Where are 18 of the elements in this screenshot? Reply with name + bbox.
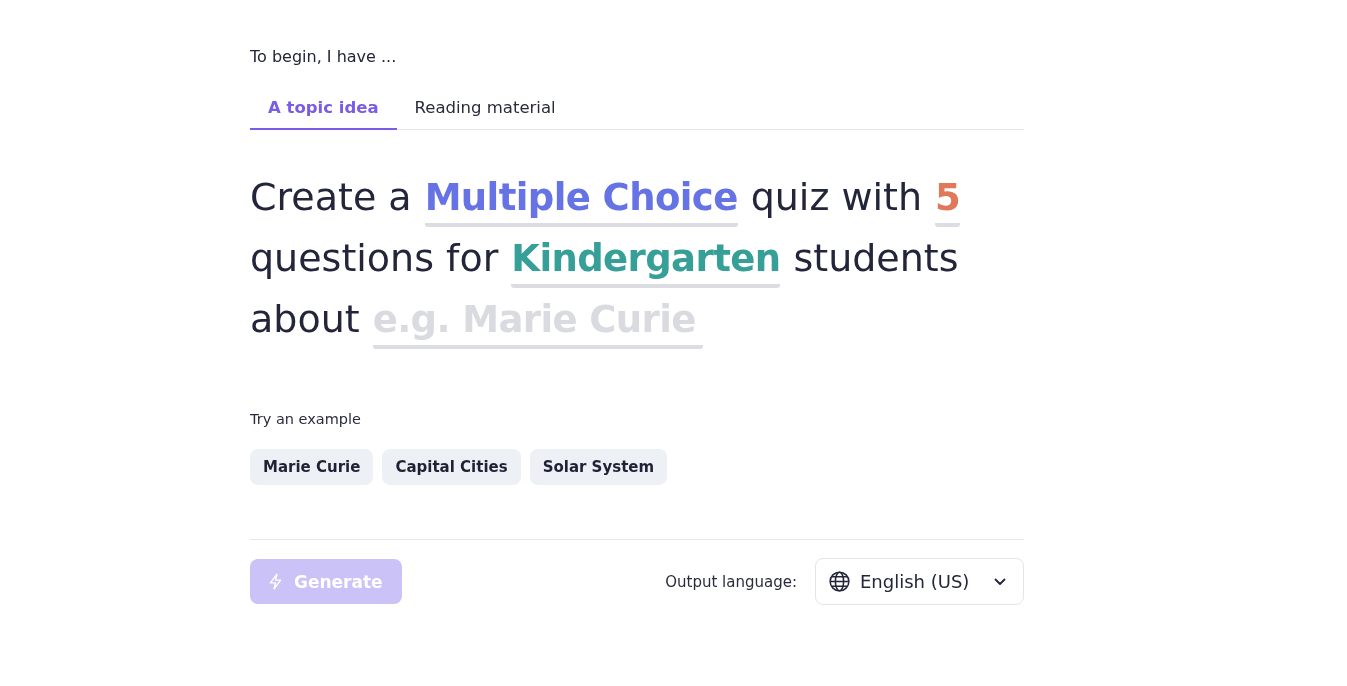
tab[interactable]: Reading material [396,86,574,130]
prompt-text: students [793,235,959,281]
lightning-icon [269,573,282,590]
prompt-text: Create a [250,174,412,220]
prompt-text: questions for [250,235,499,281]
example-chip[interactable]: Capital Cities [382,449,521,485]
globe-icon [829,571,850,592]
output-language-label: Output language: [665,572,797,591]
chevron-down-icon [994,577,1006,586]
example-chip[interactable]: Solar System [529,449,668,485]
option-dropdown[interactable]: Multiple Choice [424,175,738,227]
language-select[interactable]: English (US) [815,558,1024,605]
intro-text: To begin, I have ... [250,46,398,67]
prompt-text: about [250,296,360,342]
examples-label: Try an example [250,410,362,429]
prompt-text: quiz with [750,174,923,220]
example-chip[interactable]: Marie Curie [250,449,374,485]
tab[interactable]: A topic idea [250,86,397,130]
